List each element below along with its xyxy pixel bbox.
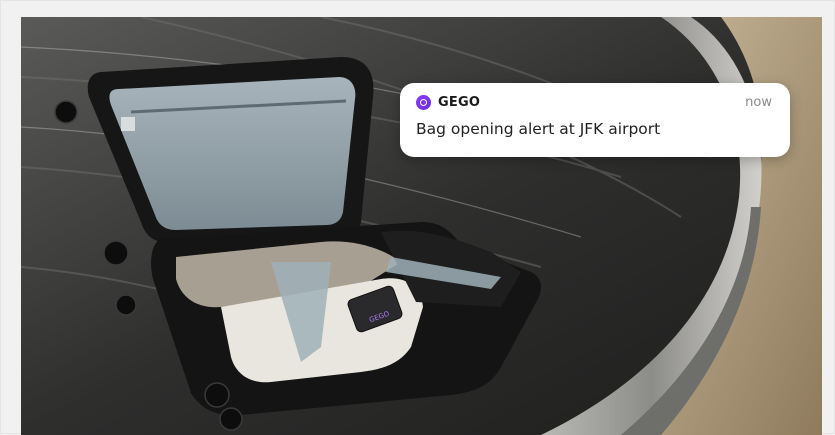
notification-app-name: GEGO bbox=[438, 95, 481, 110]
notification-time: now bbox=[745, 95, 772, 110]
push-notification[interactable]: GEGO now Bag opening alert at JFK airpor… bbox=[400, 83, 790, 157]
gego-app-icon bbox=[416, 95, 431, 110]
notification-message: Bag opening alert at JFK airport bbox=[416, 120, 661, 138]
notification-app-row: GEGO bbox=[416, 95, 480, 110]
page-frame: GEGO GEGO now Bag opening alert at JFK a… bbox=[0, 0, 835, 435]
hero-photo: GEGO bbox=[21, 17, 822, 435]
